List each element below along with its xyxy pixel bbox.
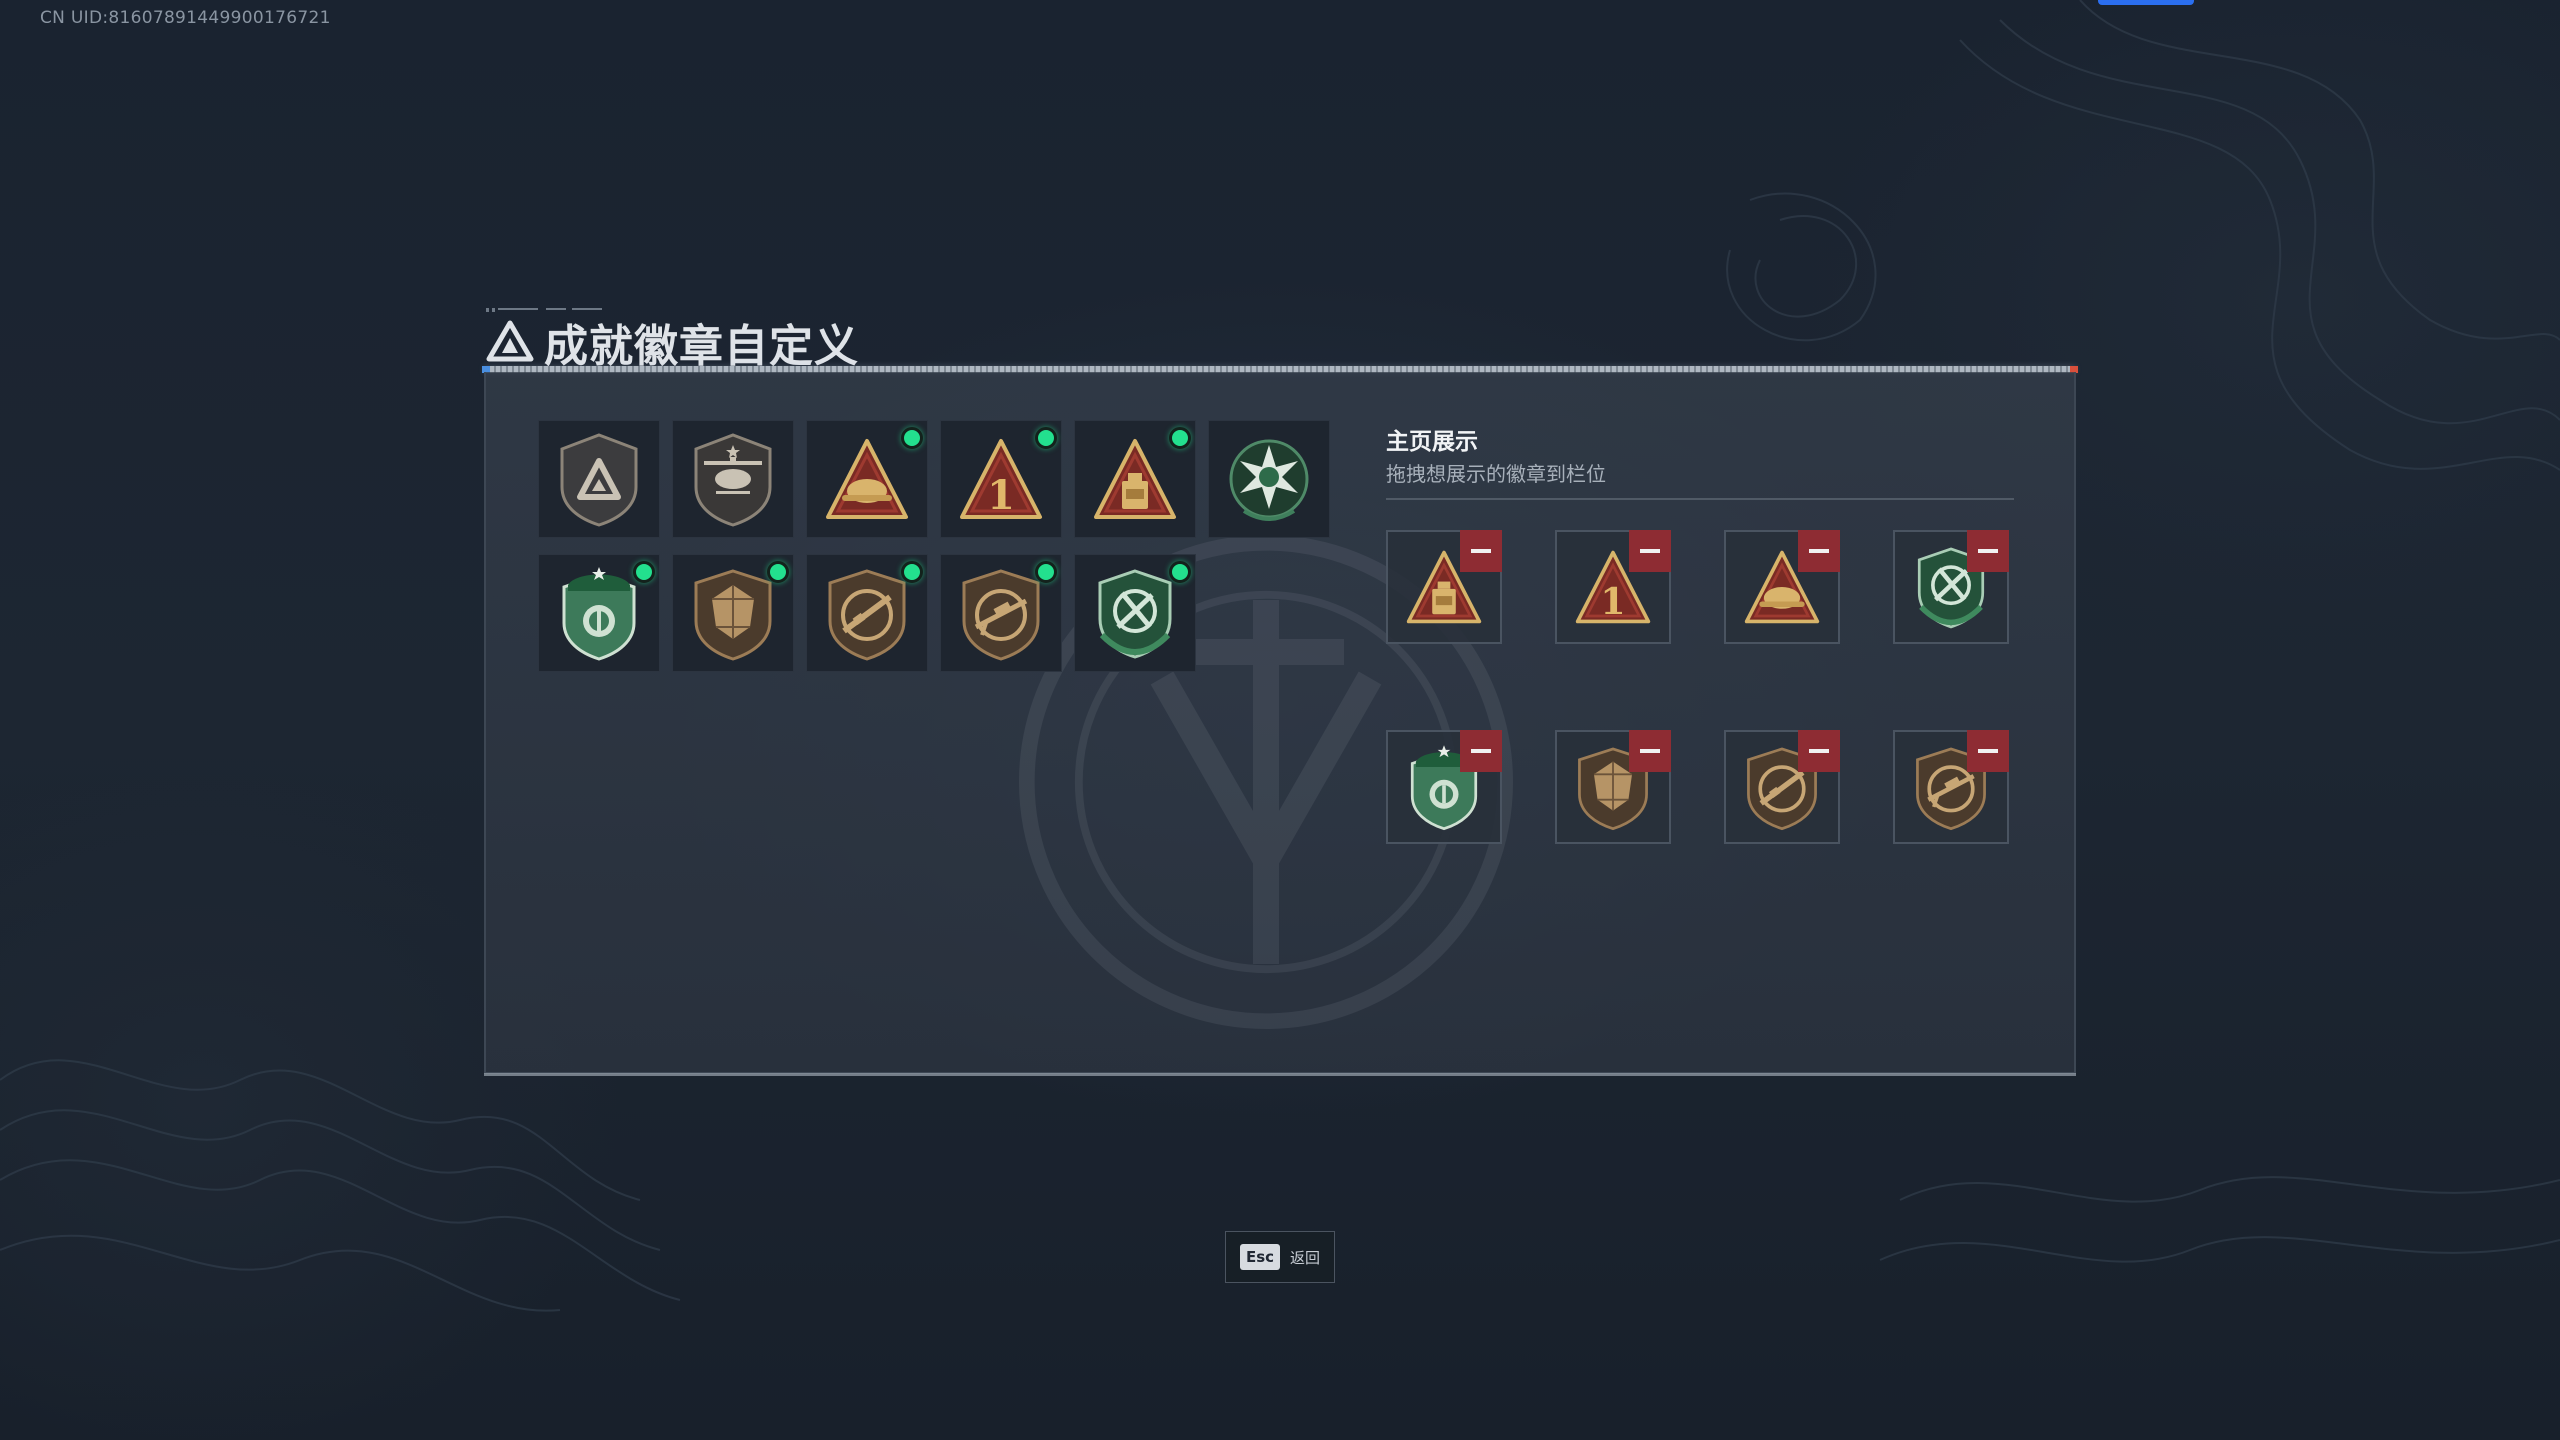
user-uid-label: CN UID:816078914499001767​21 [40, 8, 331, 28]
badge-tile[interactable] [672, 420, 794, 538]
minus-icon [1809, 549, 1829, 553]
showcase-divider [1386, 498, 2014, 500]
showcase-slot[interactable] [1724, 530, 1840, 644]
selected-indicator-dot [633, 561, 655, 583]
badge-tile[interactable] [806, 554, 928, 672]
showcase-slot[interactable] [1893, 530, 2009, 644]
remove-badge-button[interactable] [1798, 530, 1840, 572]
badge-tile[interactable] [806, 420, 928, 538]
remove-badge-button[interactable] [1798, 730, 1840, 772]
badge-tile[interactable] [1074, 554, 1196, 672]
green-star-wreath-icon [1229, 439, 1309, 521]
tri-shield-icon [560, 433, 638, 527]
bronze-sniper-shield-icon [962, 569, 1040, 661]
page-title: 成就徽章自定义 [544, 321, 859, 372]
bronze-rifle-shield-icon [828, 569, 906, 661]
tri-number-one-icon: 1 [960, 439, 1042, 519]
badge-tile[interactable]: 1 [940, 420, 1062, 538]
remove-badge-button[interactable] [1967, 730, 2009, 772]
badge-tile[interactable] [672, 554, 794, 672]
showcase-slot[interactable] [1555, 730, 1671, 844]
selected-indicator-dot [1035, 427, 1057, 449]
bronze-gem-shield-icon [694, 569, 772, 661]
esc-key-hint: Esc [1239, 1244, 1281, 1270]
helicopter-shield-icon [694, 433, 772, 527]
showcase-title: 主页展示 [1386, 429, 1478, 455]
badge-customize-panel: 1 主页展示 拖拽想展示的徽章到栏位 1 [484, 372, 2076, 1076]
minus-icon [1640, 549, 1660, 553]
remove-badge-button[interactable] [1460, 530, 1502, 572]
showcase-slot[interactable] [1724, 730, 1840, 844]
green-wreath-arrows-shield-icon [1098, 569, 1172, 659]
badge-tile[interactable] [1208, 420, 1330, 538]
back-label: 返回 [1290, 1248, 1321, 1267]
badge-tile[interactable] [538, 554, 660, 672]
app-screen: CN UID:816078914499001767​21 成就徽章自定义 1 [0, 0, 2560, 1440]
minus-icon [1471, 549, 1491, 553]
minus-icon [1809, 749, 1829, 753]
back-button[interactable]: Esc 返回 [1225, 1231, 1335, 1283]
badge-tile[interactable] [940, 554, 1062, 672]
svg-text:1: 1 [987, 472, 1015, 519]
showcase-slot[interactable] [1893, 730, 2009, 844]
top-accent-tab[interactable] [2098, 0, 2194, 5]
selected-indicator-dot [901, 561, 923, 583]
showcase-slot[interactable] [1386, 530, 1502, 644]
selected-indicator-dot [1169, 561, 1191, 583]
remove-badge-button[interactable] [1967, 530, 2009, 572]
tri-helmet-icon [826, 439, 908, 519]
minus-icon [1471, 749, 1491, 753]
remove-badge-button[interactable] [1629, 730, 1671, 772]
remove-badge-button[interactable] [1460, 730, 1502, 772]
badge-tile[interactable] [538, 420, 660, 538]
green-beret-shield-icon [562, 567, 636, 661]
selected-indicator-dot [1169, 427, 1191, 449]
minus-icon [1978, 549, 1998, 553]
minus-icon [1640, 749, 1660, 753]
delta-logo-icon [486, 320, 534, 362]
tri-bottle-icon [1094, 439, 1176, 519]
minus-icon [1978, 749, 1998, 753]
showcase-slot[interactable] [1386, 730, 1502, 844]
showcase-subtitle: 拖拽想展示的徽章到栏位 [1386, 462, 1606, 486]
badge-tile[interactable] [1074, 420, 1196, 538]
svg-text:1: 1 [1600, 580, 1625, 623]
selected-indicator-dot [1035, 561, 1057, 583]
selected-indicator-dot [901, 427, 923, 449]
panel-header: 成就徽章自定义 [482, 306, 2078, 378]
selected-indicator-dot [767, 561, 789, 583]
showcase-slot[interactable]: 1 [1555, 530, 1671, 644]
remove-badge-button[interactable] [1629, 530, 1671, 572]
